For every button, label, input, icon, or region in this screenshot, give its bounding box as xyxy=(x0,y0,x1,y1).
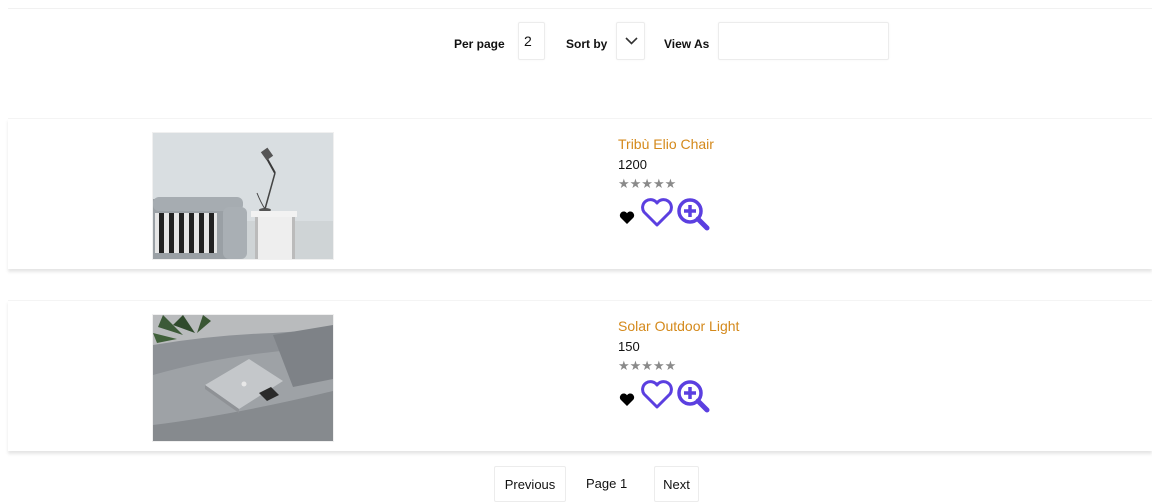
top-divider xyxy=(8,8,1152,9)
heart-filled-icon[interactable] xyxy=(619,393,635,407)
next-page-button[interactable]: Next xyxy=(654,466,699,502)
product-card: Solar Outdoor Light 150 ★★★★★ xyxy=(8,300,1152,451)
product-price: 150 xyxy=(618,339,640,354)
zoom-in-icon[interactable] xyxy=(676,197,710,231)
product-price: 1200 xyxy=(618,157,647,172)
chevron-down-icon xyxy=(625,37,638,45)
product-card: Tribù Elio Chair 1200 ★★★★★ xyxy=(8,118,1152,269)
current-page-label: Page 1 xyxy=(586,476,628,491)
pagination: Previous Page 1 Next xyxy=(0,466,1152,502)
product-info: Tribù Elio Chair 1200 ★★★★★ xyxy=(618,135,714,235)
product-actions xyxy=(618,195,714,235)
per-page-value: 2 xyxy=(524,33,532,49)
product-name-link[interactable]: Tribù Elio Chair xyxy=(618,135,714,153)
product-image[interactable] xyxy=(152,132,334,260)
product-info: Solar Outdoor Light 150 ★★★★★ xyxy=(618,317,739,417)
heart-outline-icon[interactable] xyxy=(640,198,674,228)
product-rating: ★★★★★ xyxy=(618,176,677,191)
product-actions xyxy=(618,377,739,417)
view-as-select[interactable] xyxy=(718,22,889,60)
heart-filled-icon[interactable] xyxy=(619,211,635,225)
zoom-in-icon[interactable] xyxy=(676,379,710,413)
per-page-select[interactable]: 2 xyxy=(518,22,545,60)
product-rating: ★★★★★ xyxy=(618,358,677,373)
view-as-label: View As xyxy=(664,37,710,51)
sort-by-label: Sort by xyxy=(566,37,608,51)
listing-toolbar: Per page 2 Sort by View As xyxy=(0,22,1152,62)
heart-outline-icon[interactable] xyxy=(640,380,674,410)
sort-by-select[interactable] xyxy=(616,22,645,60)
product-image[interactable] xyxy=(152,314,334,442)
per-page-label: Per page xyxy=(454,37,505,51)
previous-page-button[interactable]: Previous xyxy=(494,466,566,502)
product-name-link[interactable]: Solar Outdoor Light xyxy=(618,317,739,335)
